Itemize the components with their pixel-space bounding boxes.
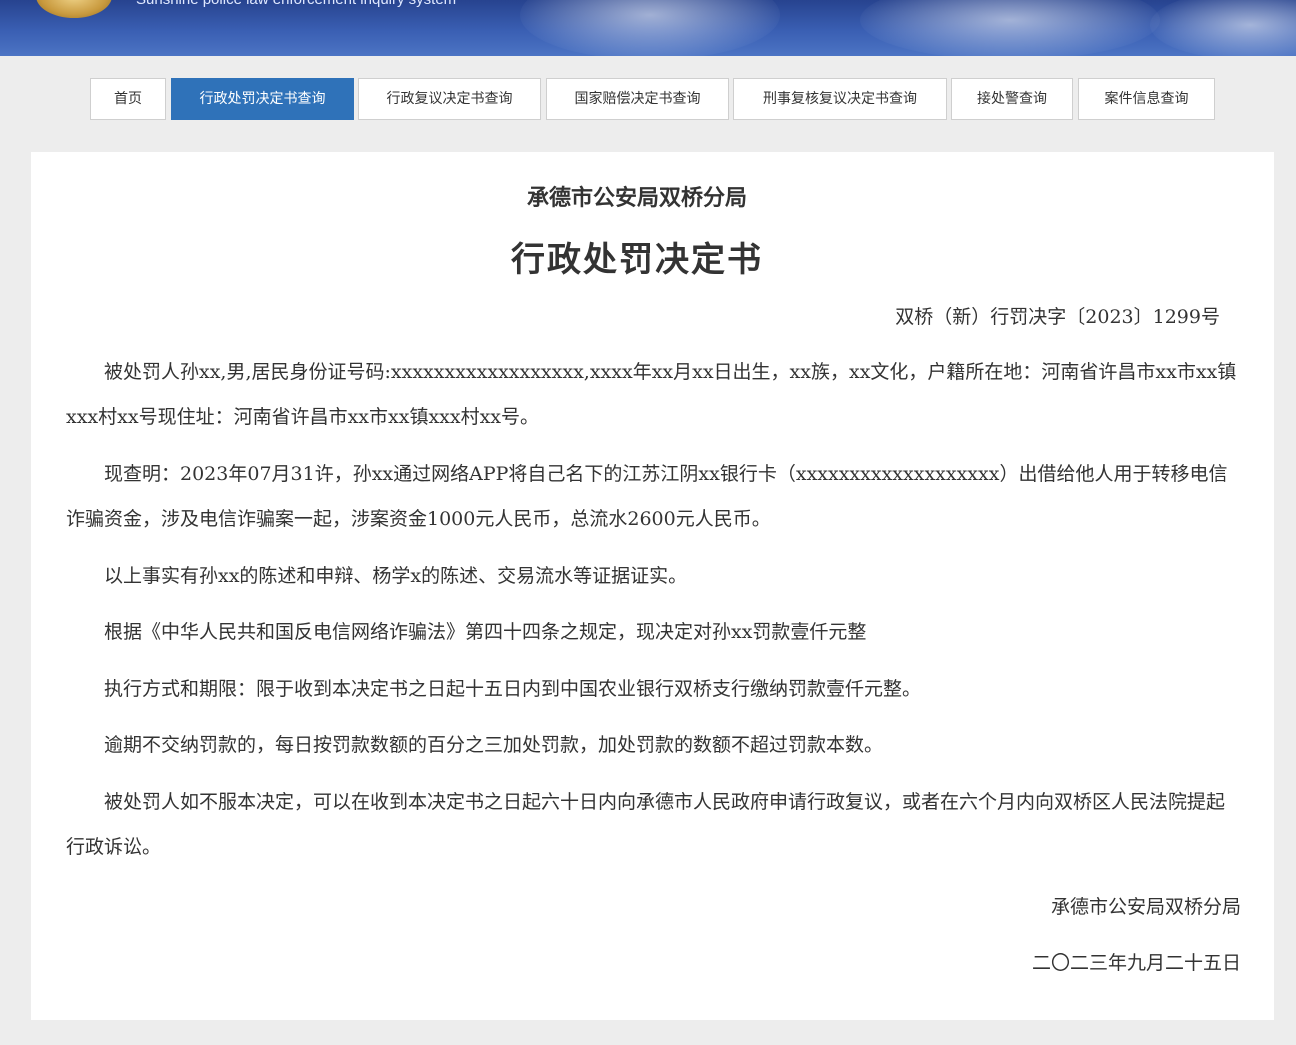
nav-tab-police-dispatch[interactable]: 接处警查询 — [951, 78, 1073, 120]
nav-tab-review-decision[interactable]: 行政复议决定书查询 — [358, 78, 541, 120]
document-card: 承德市公安局双桥分局 行政处罚决定书 双桥（新）行罚决字〔2023〕1299号 … — [31, 152, 1274, 1020]
paragraph-evidence: 以上事实有孙xx的陈述和申辩、杨学x的陈述、交易流水等证据证实。 — [104, 565, 688, 587]
paragraph-appeal-rights: 被处罚人如不服本决定，可以在收到本决定书之日起六十日内向承德市人民政府申请行政复… — [66, 791, 1226, 858]
nav-tab-compensation-decision[interactable]: 国家赔偿决定书查询 — [546, 78, 729, 120]
issuing-organization: 承德市公安局双桥分局 — [526, 185, 747, 211]
police-emblem-icon — [36, 0, 112, 18]
nav-tab-penalty-decision[interactable]: 行政处罚决定书查询 — [171, 78, 354, 120]
signature-date: 二〇二三年九月二十五日 — [1031, 952, 1241, 974]
document-title: 行政处罚决定书 — [511, 240, 763, 280]
paragraph-legal-basis: 根据《中华人民共和国反电信网络诈骗法》第四十四条之规定，现决定对孙xx罚款壹仟元… — [104, 621, 867, 643]
nav-tab-case-info[interactable]: 案件信息查询 — [1078, 78, 1215, 120]
main-nav: 首页 行政处罚决定书查询 行政复议决定书查询 国家赔偿决定书查询 刑事复核复议决… — [0, 78, 1296, 120]
header-banner: Sunshine police law enforcement inquiry … — [0, 0, 1296, 56]
signature-organization: 承德市公安局双桥分局 — [1050, 896, 1241, 918]
banner-cloud — [520, 0, 780, 56]
banner-cloud — [1150, 0, 1296, 56]
nav-tab-criminal-review-decision[interactable]: 刑事复核复议决定书查询 — [733, 78, 947, 120]
banner-cloud — [860, 0, 1160, 56]
paragraph-party-info: 被处罚人孙xx,男,居民身份证号码:xxxxxxxxxxxxxxxxxx,xxx… — [66, 361, 1237, 428]
nav-tab-home[interactable]: 首页 — [90, 78, 166, 120]
document-number: 双桥（新）行罚决字〔2023〕1299号 — [895, 306, 1220, 328]
paragraph-execution: 执行方式和期限：限于收到本决定书之日起十五日内到中国农业银行双桥支行缴纳罚款壹仟… — [104, 678, 922, 700]
banner-subtitle: Sunshine police law enforcement inquiry … — [136, 0, 456, 8]
paragraph-late-penalty: 逾期不交纳罚款的，每日按罚款数额的百分之三加处罚款，加处罚款的数额不超过罚款本数… — [104, 734, 884, 756]
paragraph-findings: 现查明：2023年07月31许，孙xx通过网络APP将自己名下的江苏江阴xx银行… — [66, 463, 1228, 530]
